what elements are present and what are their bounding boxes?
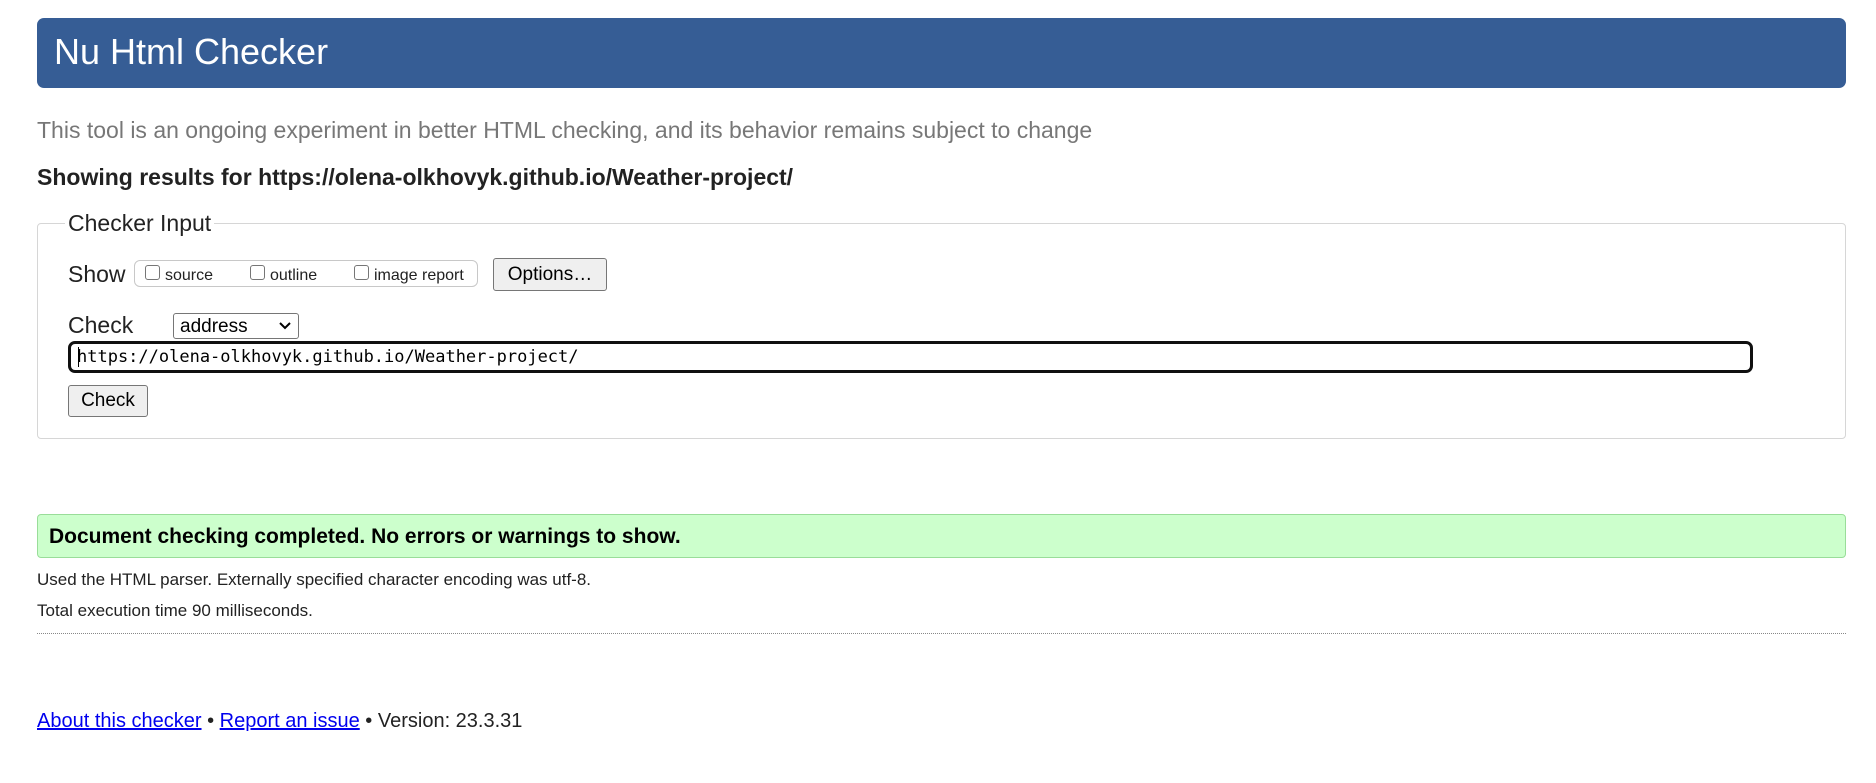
source-checkbox-label[interactable]: source [165,267,213,285]
footer-separator: • [359,710,378,732]
about-checker-link[interactable]: About this checker [37,710,202,732]
check-by-select[interactable]: address [173,313,299,339]
outline-checkbox-label[interactable]: outline [270,267,317,285]
url-input[interactable]: https://olena-olkhovyk.github.io/Weather… [68,341,1753,373]
success-message: Document checking completed. No errors o… [49,525,681,548]
options-button[interactable]: Options… [493,258,607,291]
results-url: https://olena-olkhovyk.github.io/Weather… [258,164,794,190]
checker-input-fieldset: Checker Input [37,210,1846,439]
show-options-group: source outline image report [134,260,478,287]
tagline: This tool is an ongoing experiment in be… [37,117,1093,143]
footer: About this checker • Report an issue • V… [37,709,522,733]
separator-line [37,633,1846,634]
report-issue-link[interactable]: Report an issue [220,710,360,732]
results-heading: Showing results for https://olena-olkhov… [37,163,793,191]
execution-time: Total execution time 90 milliseconds. [37,601,313,620]
url-input-value: https://olena-olkhovyk.github.io/Weather… [77,347,579,367]
check-by-select-value: address [180,316,248,337]
image-report-checkbox[interactable] [354,265,369,280]
parser-details: Used the HTML parser. Externally specifi… [37,570,592,589]
footer-separator: • [201,710,220,732]
outline-checkbox[interactable] [250,265,265,280]
version-text: Version: 23.3.31 [377,710,523,732]
checker-input-legend: Checker Input [68,210,212,236]
show-label: Show [68,261,126,287]
image-report-checkbox-label[interactable]: image report [374,267,464,285]
text-caret [78,347,79,367]
chevron-down-icon [279,322,291,330]
check-button[interactable]: Check [68,385,148,417]
source-checkbox[interactable] [145,265,160,280]
page-header: Nu Html Checker [37,18,1846,88]
success-message-box: Document checking completed. No errors o… [37,514,1846,558]
results-prefix: Showing results for [37,164,259,190]
page-title: Nu Html Checker [54,31,329,72]
